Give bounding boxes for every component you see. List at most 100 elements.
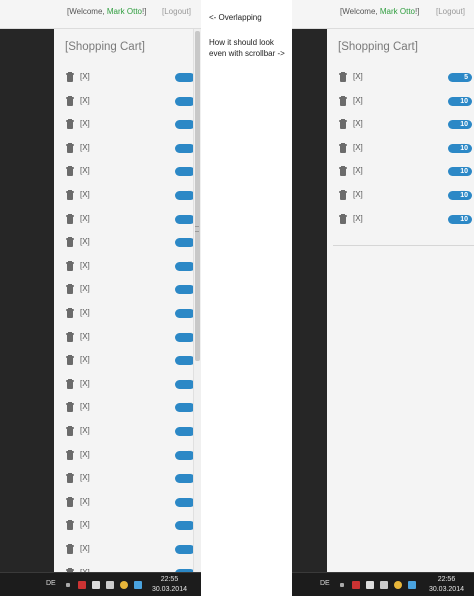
flag-icon[interactable] bbox=[78, 581, 86, 589]
trash-icon[interactable] bbox=[339, 95, 347, 106]
quantity-badge bbox=[175, 545, 195, 554]
cart-item: [X] 10 bbox=[327, 211, 474, 227]
remove-item-link[interactable]: [X] bbox=[80, 284, 90, 293]
trash-icon[interactable] bbox=[66, 496, 74, 507]
trash-icon[interactable] bbox=[66, 426, 74, 436]
remove-item-link[interactable]: [X] bbox=[80, 402, 90, 411]
remove-item-link[interactable]: [X] bbox=[80, 497, 90, 506]
remove-item-link[interactable]: [X] bbox=[80, 119, 90, 128]
quantity-badge: 10 bbox=[448, 143, 472, 153]
volume-icon[interactable] bbox=[380, 581, 388, 589]
remove-item-link[interactable]: [X] bbox=[80, 520, 90, 529]
remove-item-link[interactable]: [X] bbox=[80, 450, 90, 459]
trash-icon[interactable] bbox=[66, 142, 74, 153]
cart-item: [X] bbox=[54, 541, 201, 557]
power-icon[interactable] bbox=[92, 581, 100, 589]
cart-item: [X] bbox=[54, 494, 201, 510]
remove-item-link[interactable]: [X] bbox=[353, 143, 363, 152]
trash-icon[interactable] bbox=[339, 119, 347, 130]
trash-icon[interactable] bbox=[66, 260, 74, 271]
trash-icon[interactable] bbox=[66, 284, 74, 295]
remove-item-link[interactable]: [X] bbox=[353, 166, 363, 175]
trash-icon[interactable] bbox=[339, 166, 347, 177]
dropbox-icon[interactable] bbox=[408, 581, 416, 589]
quantity-badge: 10 bbox=[448, 167, 472, 177]
remove-item-link[interactable]: [X] bbox=[80, 143, 90, 152]
trash-icon[interactable] bbox=[66, 308, 74, 318]
power-icon[interactable] bbox=[366, 581, 374, 589]
tray-arrow-icon[interactable] bbox=[340, 583, 344, 587]
logout-link[interactable]: [Logout] bbox=[162, 7, 191, 16]
quantity-badge bbox=[175, 191, 195, 200]
logout-link[interactable]: [Logout] bbox=[436, 7, 465, 16]
remove-item-link[interactable]: [X] bbox=[353, 190, 363, 199]
cart-item: [X] bbox=[54, 258, 201, 274]
remove-item-link[interactable]: [X] bbox=[353, 214, 363, 223]
remove-item-link[interactable]: [X] bbox=[80, 426, 90, 435]
user-link[interactable]: Mark Otto bbox=[107, 7, 142, 16]
remove-item-link[interactable]: [X] bbox=[80, 261, 90, 270]
trash-icon[interactable] bbox=[66, 378, 74, 389]
quantity-badge: 5 bbox=[448, 73, 472, 82]
user-link[interactable]: Mark Otto bbox=[380, 7, 415, 16]
remove-item-link[interactable]: [X] bbox=[80, 473, 90, 482]
trash-icon[interactable] bbox=[66, 119, 74, 130]
cart-panel: [Shopping Cart] [X] [X] [X] [X] [X] [X] [X] [X]… bbox=[54, 29, 201, 578]
language-indicator[interactable]: DE bbox=[46, 580, 56, 587]
cart-item: [X] bbox=[54, 470, 201, 486]
trash-icon[interactable] bbox=[339, 190, 347, 200]
remove-item-link[interactable]: [X] bbox=[80, 214, 90, 223]
chrome-icon[interactable] bbox=[120, 581, 128, 589]
remove-item-link[interactable]: [X] bbox=[353, 119, 363, 128]
volume-icon[interactable] bbox=[106, 581, 114, 589]
remove-item-link[interactable]: [X] bbox=[80, 355, 90, 364]
scrollbar-thumb[interactable] bbox=[195, 31, 200, 361]
remove-item-link[interactable]: [X] bbox=[80, 308, 90, 317]
remove-item-link[interactable]: [X] bbox=[80, 72, 90, 81]
remove-item-link[interactable]: [X] bbox=[80, 544, 90, 553]
quantity-badge bbox=[175, 450, 195, 460]
trash-icon[interactable] bbox=[66, 331, 74, 342]
should-look-annotation-line2: even with scrollbar -> bbox=[209, 49, 285, 58]
trash-icon[interactable] bbox=[339, 142, 347, 153]
cart-item: [X] bbox=[54, 163, 201, 179]
quantity-badge bbox=[175, 427, 195, 436]
trash-icon[interactable] bbox=[66, 166, 74, 177]
chrome-icon[interactable] bbox=[394, 581, 402, 589]
remove-item-link[interactable]: [X] bbox=[80, 237, 90, 246]
cart-item: [X] bbox=[54, 399, 201, 415]
trash-icon[interactable] bbox=[339, 72, 347, 82]
remove-item-link[interactable]: [X] bbox=[80, 166, 90, 175]
dropbox-icon[interactable] bbox=[134, 581, 142, 589]
cart-title: [Shopping Cart] bbox=[65, 41, 145, 53]
remove-item-link[interactable]: [X] bbox=[353, 96, 363, 105]
trash-icon[interactable] bbox=[66, 402, 74, 413]
trash-icon[interactable] bbox=[66, 449, 74, 460]
cart-item: [X] bbox=[54, 140, 201, 156]
trash-icon[interactable] bbox=[66, 95, 74, 106]
quantity-badge bbox=[175, 379, 195, 389]
welcome-text: [Welcome, Mark Otto!] bbox=[67, 7, 147, 16]
trash-icon[interactable] bbox=[339, 213, 347, 224]
taskbar-clock[interactable]: 22:55 30.03.2014 bbox=[152, 575, 187, 595]
tray-arrow-icon[interactable] bbox=[66, 583, 70, 587]
taskbar-clock[interactable]: 22:56 30.03.2014 bbox=[429, 575, 464, 595]
trash-icon[interactable] bbox=[66, 544, 74, 554]
trash-icon[interactable] bbox=[66, 190, 74, 200]
trash-icon[interactable] bbox=[66, 72, 74, 82]
flag-icon[interactable] bbox=[352, 581, 360, 589]
trash-icon[interactable] bbox=[66, 237, 74, 248]
remove-item-link[interactable]: [X] bbox=[80, 190, 90, 199]
top-navbar: [Welcome, Mark Otto!] [Logout] bbox=[0, 0, 201, 29]
language-indicator[interactable]: DE bbox=[320, 580, 330, 587]
remove-item-link[interactable]: [X] bbox=[353, 72, 363, 81]
remove-item-link[interactable]: [X] bbox=[80, 332, 90, 341]
page-background bbox=[292, 29, 327, 572]
remove-item-link[interactable]: [X] bbox=[80, 379, 90, 388]
trash-icon[interactable] bbox=[66, 213, 74, 224]
vertical-scrollbar[interactable] bbox=[193, 29, 201, 572]
remove-item-link[interactable]: [X] bbox=[80, 96, 90, 105]
trash-icon[interactable] bbox=[66, 355, 74, 366]
trash-icon[interactable] bbox=[66, 520, 74, 531]
trash-icon[interactable] bbox=[66, 473, 74, 484]
